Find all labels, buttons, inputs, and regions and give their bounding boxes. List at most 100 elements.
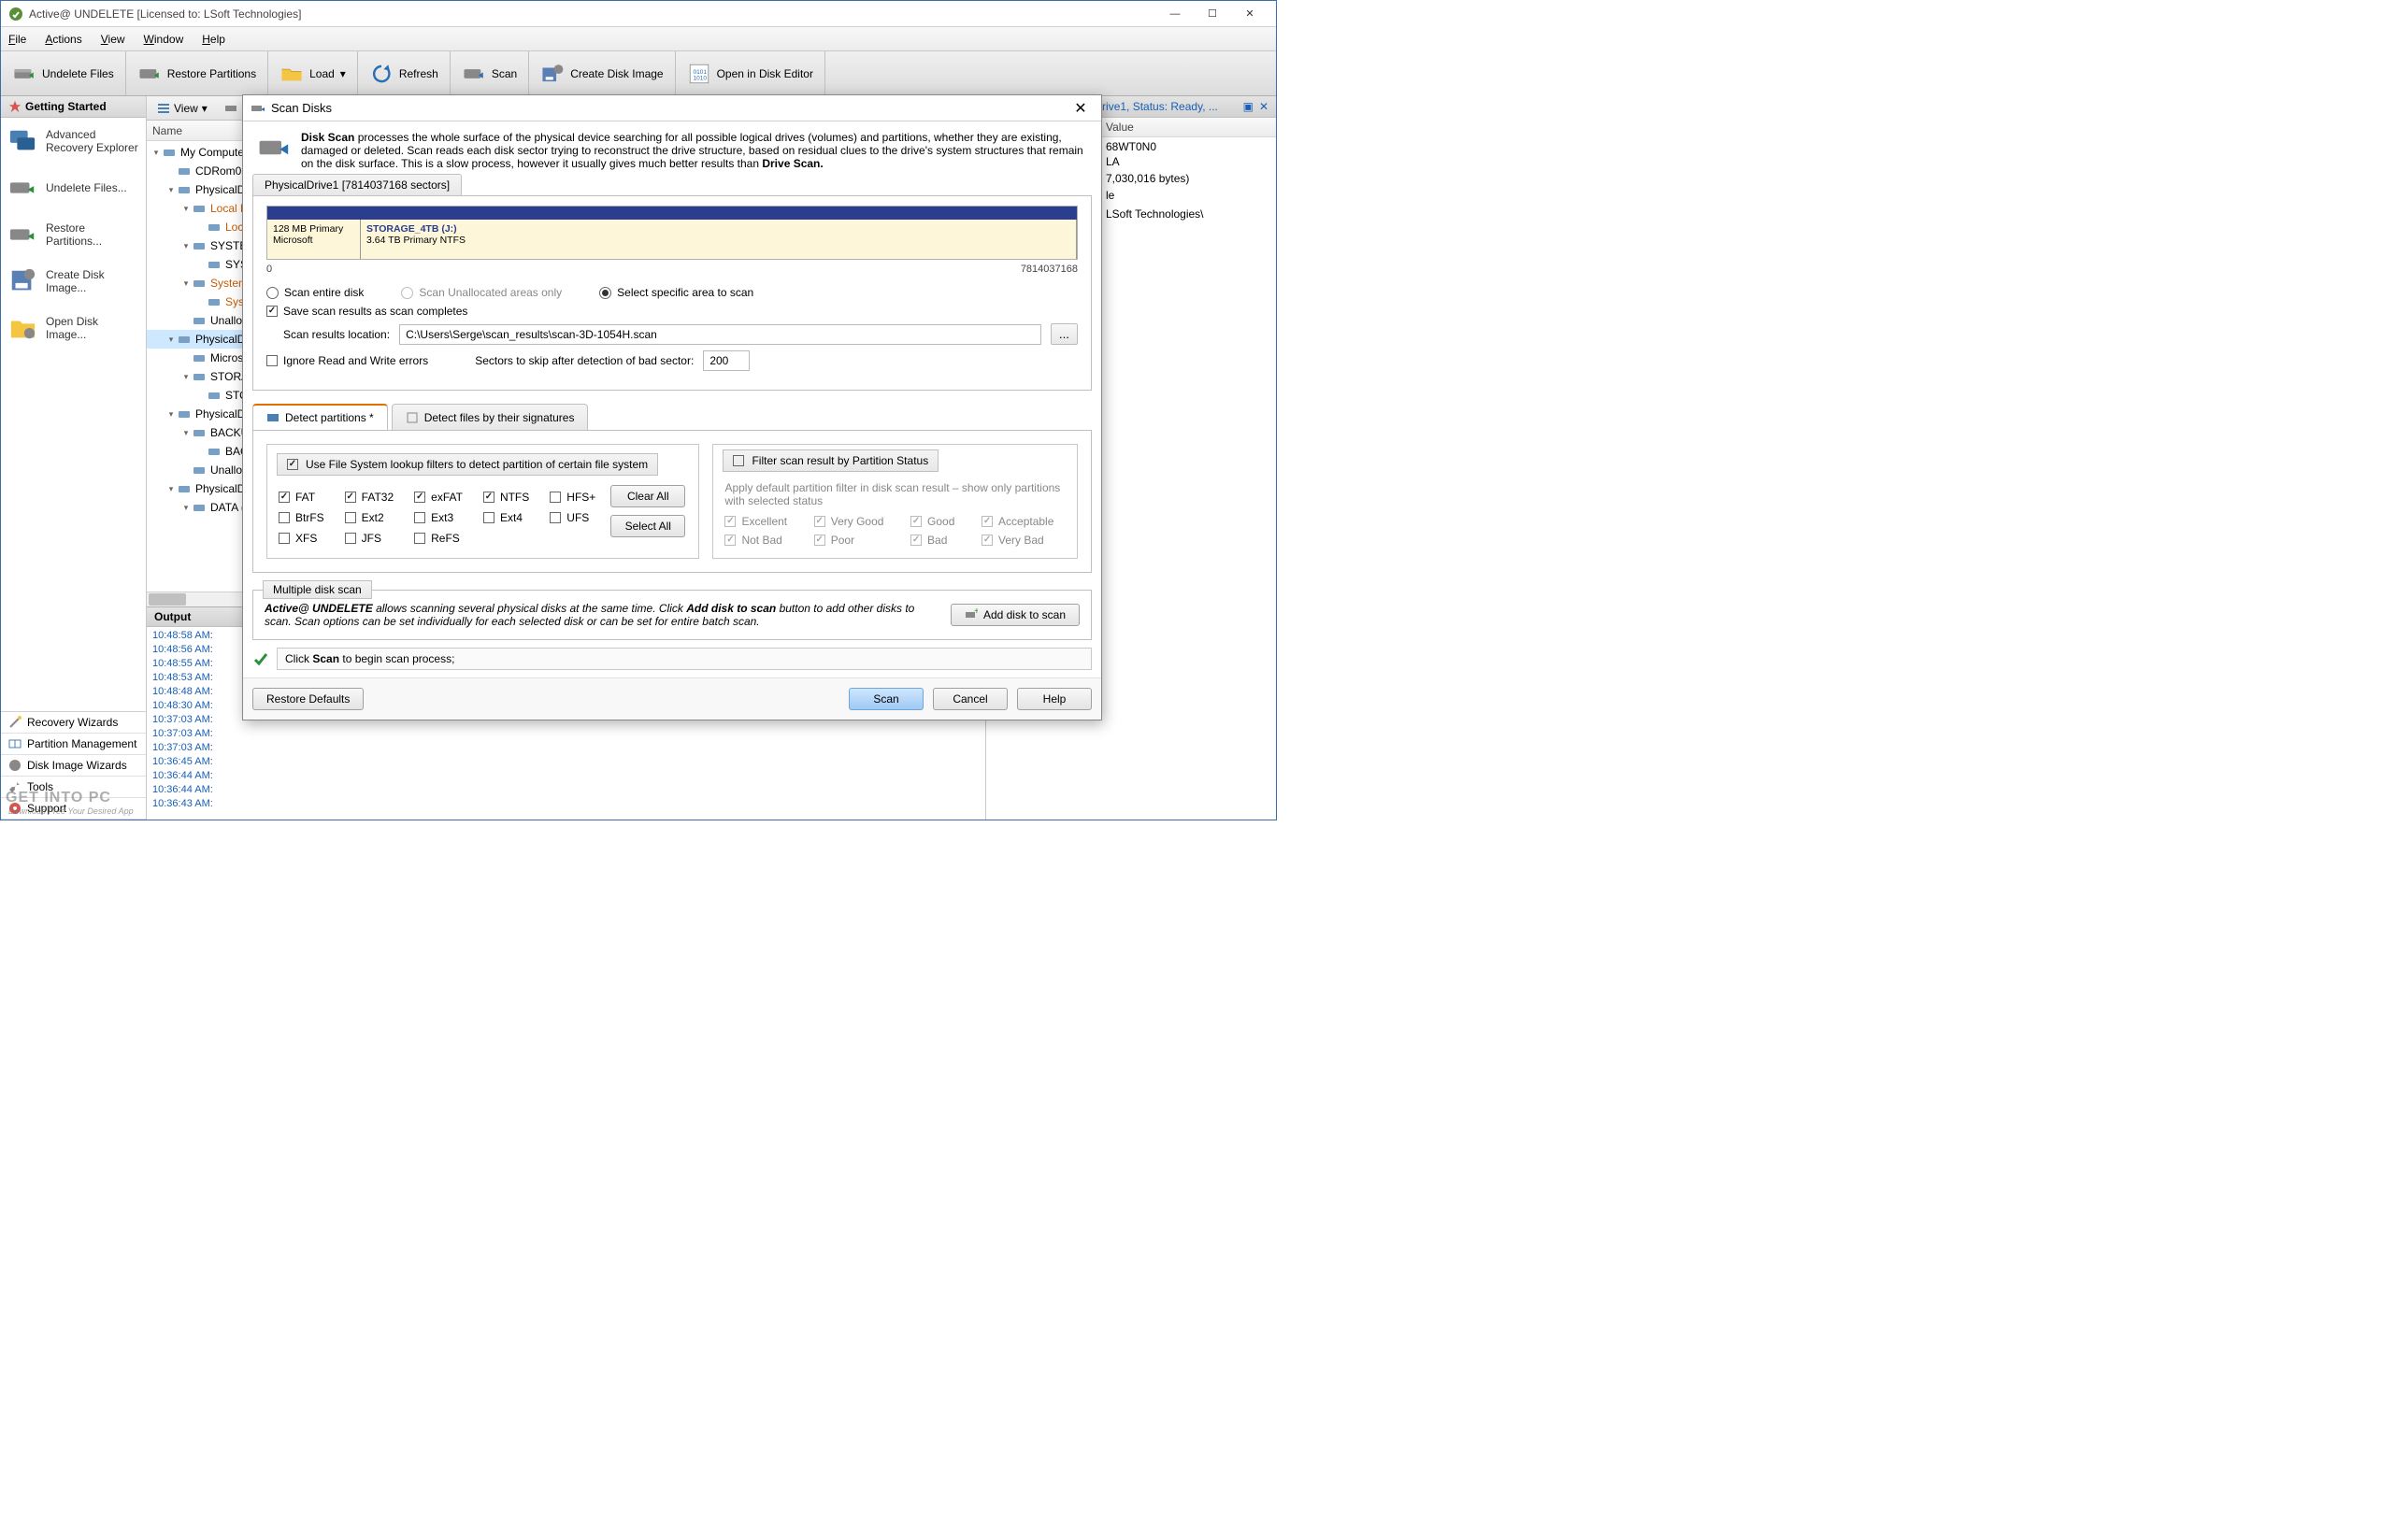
skip-sectors-label: Sectors to skip after detection of bad s… <box>475 354 694 367</box>
select-all-button[interactable]: Select All <box>610 515 685 537</box>
close-button[interactable]: ✕ <box>1231 3 1268 25</box>
hint-text: Click Scan to begin scan process; <box>277 648 1092 670</box>
scan-confirm-button[interactable]: Scan <box>849 688 924 710</box>
fs-fat32[interactable]: FAT32 <box>345 491 394 504</box>
check-icon <box>252 650 269 667</box>
nav-undelete-files[interactable]: Undelete Files... <box>1 164 146 211</box>
refresh-button[interactable]: Refresh <box>358 51 451 95</box>
multiscan-group: Multiple disk scan Active@ UNDELETE allo… <box>252 590 1092 640</box>
fs-ntfs[interactable]: NTFS <box>483 491 529 504</box>
load-button[interactable]: Load▾ <box>268 51 358 95</box>
fs-xfs[interactable]: XFS <box>279 532 324 545</box>
window-title: Active@ UNDELETE [Licensed to: LSoft Tec… <box>29 7 1156 21</box>
fs-refs[interactable]: ReFS <box>414 532 463 545</box>
fs-fat[interactable]: FAT <box>279 491 324 504</box>
fs-hfs+[interactable]: HFS+ <box>550 491 595 504</box>
undelete-files-button[interactable]: Undelete Files <box>1 51 126 95</box>
status-poor: Poor <box>814 534 896 547</box>
browse-button[interactable]: ... <box>1051 323 1078 345</box>
dialog-close-button[interactable]: ✕ <box>1068 99 1094 118</box>
radio-scan-unallocated[interactable]: Scan Unallocated areas only <box>401 286 562 299</box>
disk-image-icon <box>540 62 565 86</box>
nav-support[interactable]: Support <box>1 798 146 820</box>
svg-text:+: + <box>974 608 978 617</box>
drive-undelete-icon <box>12 62 36 86</box>
drive-scan-icon <box>251 101 265 116</box>
fs-ext2[interactable]: Ext2 <box>345 511 394 524</box>
tab-detect-signatures[interactable]: Detect files by their signatures <box>392 404 589 431</box>
menubar: FFileile Actions View Window Help <box>1 27 1276 51</box>
subtool-extra[interactable] <box>218 99 244 118</box>
radio-scan-specific[interactable]: Select specific area to scan <box>599 286 753 299</box>
tab-detect-partitions[interactable]: Detect partitions * <box>252 404 388 431</box>
left-nav: Getting Started Advanced Recovery Explor… <box>1 96 147 820</box>
nav-disk-image-wizards[interactable]: Disk Image Wizards <box>1 755 146 777</box>
svg-text:1010: 1010 <box>693 75 707 81</box>
create-disk-image-button[interactable]: Create Disk Image <box>529 51 675 95</box>
skip-sectors-input[interactable] <box>703 350 750 371</box>
star-icon <box>8 100 21 113</box>
nav-header-getting-started[interactable]: Getting Started <box>1 96 146 118</box>
floppy-icon <box>8 267 36 295</box>
maximize-button[interactable]: ☐ <box>1194 3 1231 25</box>
menu-view[interactable]: View <box>101 33 125 46</box>
fs-ufs[interactable]: UFS <box>550 511 595 524</box>
drive-scan-icon <box>462 62 486 86</box>
status-filter-group[interactable]: Filter scan result by Partition Status <box>723 449 939 472</box>
prop-col-value[interactable]: Value <box>1098 118 1141 136</box>
menu-window[interactable]: Window <box>144 33 184 46</box>
disk-map[interactable]: 128 MB Primary Microsoft STORAGE_4TB (J:… <box>266 206 1078 260</box>
nav-open-disk-image[interactable]: Open Disk Image... <box>1 305 146 351</box>
clear-all-button[interactable]: Clear All <box>610 485 685 507</box>
status-hint: Apply default partition filter in disk s… <box>724 481 1066 507</box>
status-acceptable: Acceptable <box>982 515 1066 528</box>
lifebuoy-icon <box>8 802 21 815</box>
scan-location-label: Scan results location: <box>283 328 390 341</box>
status-very-good: Very Good <box>814 515 896 528</box>
view-dropdown[interactable]: View▾ <box>150 99 214 118</box>
folder-open-icon <box>279 62 304 86</box>
fs-filter-group[interactable]: Use File System lookup filters to detect… <box>277 453 658 476</box>
cancel-button[interactable]: Cancel <box>933 688 1008 710</box>
status-bad: Bad <box>910 534 967 547</box>
status-very-bad: Very Bad <box>982 534 1066 547</box>
help-button[interactable]: Help <box>1017 688 1092 710</box>
folder-disk-icon <box>8 314 36 342</box>
fs-btrfs[interactable]: BtrFS <box>279 511 324 524</box>
nav-partition-mgmt[interactable]: Partition Management <box>1 734 146 755</box>
radio-scan-entire[interactable]: Scan entire disk <box>266 286 364 299</box>
nav-tools[interactable]: Tools <box>1 777 146 798</box>
titlebar: Active@ UNDELETE [Licensed to: LSoft Tec… <box>1 1 1276 27</box>
restore-defaults-button[interactable]: Restore Defaults <box>252 688 364 710</box>
menu-help[interactable]: Help <box>202 33 225 46</box>
menu-file[interactable]: FFileile <box>8 33 26 46</box>
fs-ext4[interactable]: Ext4 <box>483 511 529 524</box>
add-disk-button[interactable]: + Add disk to scan <box>951 604 1080 626</box>
scan-button[interactable]: Scan <box>451 51 529 95</box>
disk-icon <box>8 759 21 772</box>
chk-ignore-errors[interactable]: Ignore Read and Write errors <box>266 354 428 367</box>
panel-pin-icon[interactable]: ▣ <box>1243 100 1254 113</box>
menu-actions[interactable]: Actions <box>45 33 81 46</box>
minimize-button[interactable]: — <box>1156 3 1194 25</box>
app-icon <box>8 7 23 21</box>
panel-close-icon[interactable]: ✕ <box>1259 100 1268 113</box>
restore-partitions-button[interactable]: Restore Partitions <box>126 51 268 95</box>
fs-exfat[interactable]: exFAT <box>414 491 463 504</box>
fs-ext3[interactable]: Ext3 <box>414 511 463 524</box>
scan-location-input[interactable] <box>399 324 1041 345</box>
drive-scan-large-icon <box>256 131 290 164</box>
nav-create-disk-image[interactable]: Create Disk Image... <box>1 258 146 305</box>
wand-icon <box>8 716 21 729</box>
nav-restore-partitions[interactable]: Restore Partitions... <box>1 211 146 258</box>
fs-jfs[interactable]: JFS <box>345 532 394 545</box>
chk-save-results[interactable]: Save scan results as scan completes <box>266 305 1078 318</box>
nav-advanced-recovery[interactable]: Advanced Recovery Explorer <box>1 118 146 164</box>
open-disk-editor-button[interactable]: 01011010 Open in Disk Editor <box>676 51 825 95</box>
status-good: Good <box>910 515 967 528</box>
hex-editor-icon: 01011010 <box>687 62 711 86</box>
partition-icon <box>266 411 279 424</box>
nav-recovery-wizards[interactable]: Recovery Wizards <box>1 712 146 734</box>
disk-tab[interactable]: PhysicalDrive1 [7814037168 sectors] <box>252 174 462 195</box>
refresh-icon <box>369 62 394 86</box>
